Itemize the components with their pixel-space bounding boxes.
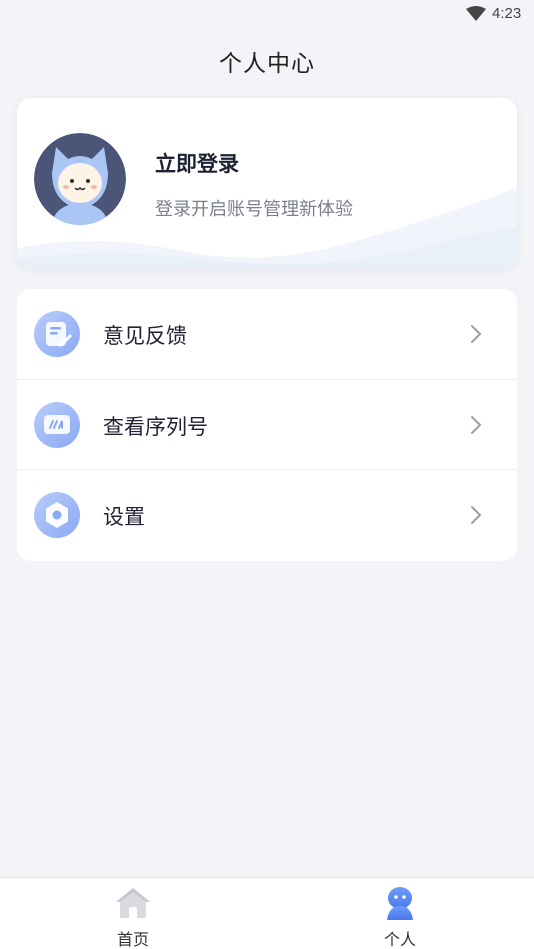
chevron-right-icon — [471, 325, 482, 343]
feedback-icon — [34, 311, 80, 357]
nav-label-home: 首页 — [116, 930, 149, 949]
bottom-nav: 首页 个人 — [0, 877, 534, 949]
chevron-right-icon — [471, 506, 482, 524]
page-title: 个人中心 — [219, 51, 315, 77]
menu-label-settings: 设置 — [103, 505, 145, 529]
serial-number-icon — [34, 401, 80, 448]
wifi-icon — [466, 6, 486, 21]
home-icon — [116, 888, 150, 918]
nav-tab-profile[interactable]: 个人 — [330, 878, 470, 949]
login-card[interactable]: 立即登录 登录开启账号管理新体验 — [17, 98, 517, 268]
avatar[interactable] — [34, 133, 126, 225]
profile-icon — [387, 887, 413, 920]
menu-item-serial-number[interactable]: 查看序列号 — [17, 380, 517, 470]
login-title[interactable]: 立即登录 — [155, 148, 239, 178]
settings-icon — [34, 492, 80, 538]
status-time: 4:23 — [492, 5, 522, 22]
chevron-right-icon — [471, 415, 482, 434]
login-subtitle: 登录开启账号管理新体验 — [155, 199, 353, 220]
nav-tab-home[interactable]: 首页 — [63, 878, 203, 949]
status-bar: 4:23 — [0, 0, 534, 30]
menu-label-feedback: 意见反馈 — [103, 324, 187, 348]
menu-list: 意见反馈 查看序列号 设置 — [17, 289, 517, 561]
menu-label-serial-number: 查看序列号 — [103, 414, 208, 439]
menu-item-feedback[interactable]: 意见反馈 — [17, 289, 517, 380]
menu-item-settings[interactable]: 设置 — [17, 470, 517, 561]
nav-label-profile: 个人 — [383, 930, 416, 949]
